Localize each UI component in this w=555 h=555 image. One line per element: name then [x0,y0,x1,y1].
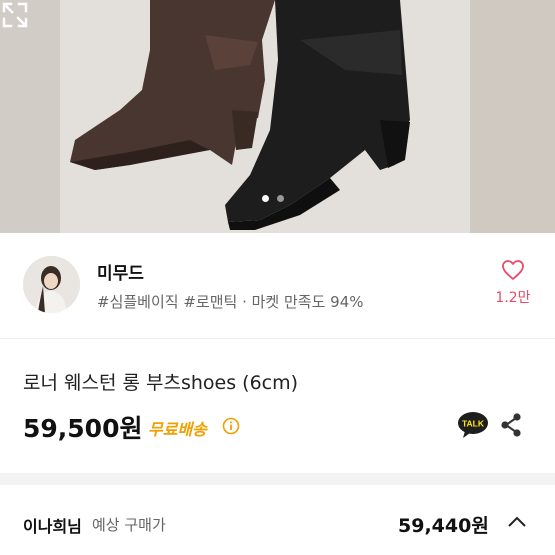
seller-avatar-image [23,256,80,313]
expected-price-row[interactable]: 이나희님 예상 구매가 59,440원 [0,485,555,555]
free-shipping-badge: 무료배송 [148,420,207,439]
seller-tags: #심플베이직 #로맨틱 · 마켓 만족도 94% [97,293,364,311]
svg-text:TALK: TALK [462,419,485,429]
seller-name[interactable]: 미무드 [97,259,144,284]
product-image[interactable] [0,0,555,233]
section-separator [0,473,555,485]
carousel-indicator [262,195,284,202]
heart-icon [502,260,524,280]
seller-section: 미무드 #심플베이직 #로맨틱 · 마켓 만족도 94% 1.2만 [0,233,555,338]
carousel-dot[interactable] [277,195,284,202]
expand-icon[interactable] [0,0,30,30]
divider [0,338,555,339]
buyer-name: 이나희님 [23,517,82,536]
kakao-talk-icon[interactable]: TALK [457,411,489,439]
carousel-dot-active[interactable] [262,195,269,202]
expected-price: 59,440원 [398,515,489,537]
expected-price-label: 예상 구매가 [92,516,166,534]
avatar[interactable] [23,256,80,313]
product-title: 로너 웨스턴 롱 부츠shoes (6cm) [23,372,299,394]
like-button[interactable]: 1.2만 [490,259,536,307]
share-icon[interactable] [498,412,524,438]
product-price: 59,500원 [23,414,143,443]
chevron-up-icon[interactable] [507,515,527,529]
like-count: 1.2만 [495,290,531,306]
info-icon[interactable] [222,417,240,435]
